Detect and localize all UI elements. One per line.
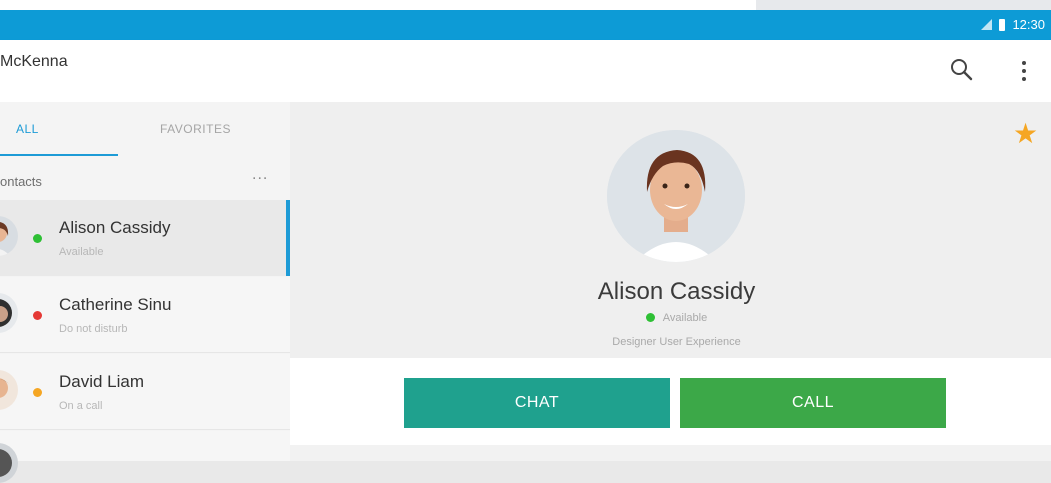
contact-name: David Liam [59, 372, 145, 391]
profile-status: Available [480, 312, 873, 324]
overflow-menu-button[interactable] [1012, 56, 1036, 86]
tab-bar: ALL FAVORITES [0, 102, 290, 158]
call-button[interactable]: CALL [680, 378, 946, 428]
presence-dot [33, 311, 42, 320]
row-divider [0, 429, 290, 430]
profile-name: Alison Cassidy [597, 278, 756, 305]
search-button[interactable] [948, 56, 976, 84]
top-edge [0, 0, 1051, 10]
avatar [0, 216, 18, 256]
chat-button[interactable]: CHAT [404, 378, 670, 428]
more-vert-dot [1022, 69, 1026, 73]
contact-item[interactable]: Alison Cassidy Available [0, 200, 290, 276]
section-label: ontacts [0, 174, 42, 189]
section-more-button[interactable]: ... [252, 166, 268, 184]
contact-item[interactable] [0, 431, 290, 483]
contact-name: Alison Cassidy [59, 218, 171, 237]
search-icon [951, 59, 973, 81]
tab-all[interactable]: ALL [16, 122, 39, 136]
detail-next-row [290, 445, 1051, 461]
app-bar: McKenna [0, 40, 1051, 102]
profile-photo [607, 130, 745, 262]
battery-icon [999, 18, 1006, 31]
more-vert-dot [1022, 77, 1026, 81]
contact-name: Catherine Sinu [59, 295, 172, 314]
profile-job-title: Designer User Experience [612, 336, 741, 348]
contact-item[interactable]: Catherine Sinu Do not disturb [0, 277, 290, 353]
active-tab-indicator [0, 154, 118, 156]
contact-status: Available [59, 246, 104, 258]
contact-status: On a call [59, 400, 103, 412]
contacts-section-header: ontacts ... [0, 164, 290, 198]
contact-status: Do not disturb [59, 323, 128, 335]
status-bar: 12:30 [0, 10, 1051, 40]
avatar [0, 443, 18, 483]
contact-item[interactable]: David Liam On a call [0, 354, 290, 430]
profile-status-text: Available [662, 312, 708, 324]
presence-dot [645, 313, 655, 322]
contacts-panel: ALL FAVORITES ontacts ... Alison Cassidy… [0, 102, 291, 483]
tab-favorites[interactable]: FAVORITES [160, 122, 231, 136]
status-indicators: 12:30 [981, 17, 1045, 32]
star-icon[interactable]: ★ [1013, 120, 1038, 148]
avatar [0, 293, 18, 333]
app-title: McKenna [0, 53, 68, 70]
avatar [0, 370, 18, 410]
top-edge-gray [756, 0, 1051, 10]
signal-icon [981, 19, 993, 30]
status-time: 12:30 [1012, 17, 1045, 32]
presence-dot [33, 234, 42, 243]
more-vert-icon [1022, 61, 1026, 65]
row-divider [0, 352, 290, 353]
presence-dot [33, 388, 42, 397]
